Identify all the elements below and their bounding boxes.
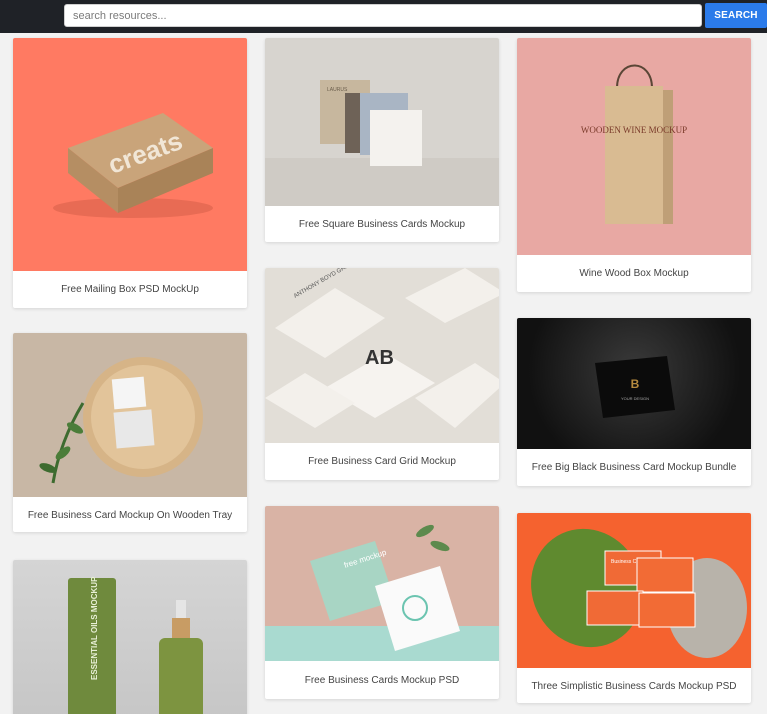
card-caption[interactable]: Free Business Cards Mockup PSD xyxy=(265,674,499,688)
three-cards-illustration: Business Card Mockup xyxy=(531,528,747,658)
thumbnail-image[interactable]: WOODEN WINE MOCKUP xyxy=(517,38,751,255)
resource-card-three-cards[interactable]: Business Card Mockup Three Simplistic Bu… xyxy=(517,513,751,703)
resource-card-square-cards[interactable]: LAURUS Free Square Business Cards Mockup xyxy=(265,38,499,242)
thumbnail-image[interactable] xyxy=(13,333,247,497)
bottles-illustration: ESSENTIAL OILS MOCKUP xyxy=(68,576,203,714)
thumbnail-image[interactable]: B YOUR DESIGN xyxy=(517,318,751,449)
wooden-tray-illustration xyxy=(39,357,203,484)
search-button[interactable]: SEARCH xyxy=(705,3,767,28)
ab-logo: AB xyxy=(365,347,394,369)
resource-card-wooden-tray[interactable]: Free Business Card Mockup On Wooden Tray xyxy=(13,333,247,532)
black-card-illustration: B YOUR DESIGN xyxy=(595,356,675,418)
thumbnail-image[interactable]: creats xyxy=(13,38,247,271)
thumbnail-image[interactable]: Business Card Mockup xyxy=(517,513,751,668)
card-caption[interactable]: Free Business Card Mockup On Wooden Tray xyxy=(13,509,247,523)
logo-mark: B xyxy=(631,377,640,391)
resource-card-wine-box[interactable]: WOODEN WINE MOCKUP Wine Wood Box Mockup xyxy=(517,38,751,292)
box-text: WOODEN WINE MOCKUP xyxy=(581,125,687,135)
card-caption[interactable]: Free Big Black Business Card Mockup Bund… xyxy=(517,461,751,475)
resource-card-essential-oils[interactable]: ESSENTIAL OILS MOCKUP xyxy=(13,560,247,714)
thumbnail-image[interactable]: free mockup xyxy=(265,506,499,661)
search-input[interactable] xyxy=(64,4,702,27)
wine-box-illustration: WOODEN WINE MOCKUP xyxy=(581,64,687,224)
bottle-label: ESSENTIAL OILS MOCKUP xyxy=(90,576,99,680)
square-cards-illustration: LAURUS xyxy=(265,80,499,206)
card-caption[interactable]: Free Mailing Box PSD MockUp xyxy=(13,283,247,297)
card-text: YOUR DESIGN xyxy=(621,396,649,401)
marble-cards-illustration: free mockup xyxy=(265,524,499,661)
card-caption[interactable]: Wine Wood Box Mockup xyxy=(517,267,751,281)
resource-card-grid-mockup[interactable]: AB ANTHONY BOYD GRAPHICS Free Business C… xyxy=(265,268,499,480)
resource-card-mailing-box[interactable]: creats Free Mailing Box PSD MockUp xyxy=(13,38,247,308)
thumbnail-image[interactable]: LAURUS xyxy=(265,38,499,206)
card-caption[interactable]: Free Square Business Cards Mockup xyxy=(265,218,499,232)
thumbnail-image[interactable]: AB ANTHONY BOYD GRAPHICS xyxy=(265,268,499,443)
card-caption[interactable]: Free Business Card Grid Mockup xyxy=(265,455,499,469)
top-bar: SEARCH xyxy=(0,0,767,33)
card-grid-illustration: AB ANTHONY BOYD GRAPHICS xyxy=(265,268,499,428)
card-text: LAURUS xyxy=(327,87,348,93)
card-caption[interactable]: Three Simplistic Business Cards Mockup P… xyxy=(517,680,751,694)
thumbnail-image[interactable]: ESSENTIAL OILS MOCKUP xyxy=(13,560,247,714)
resource-card-black-card[interactable]: B YOUR DESIGN Free Big Black Business Ca… xyxy=(517,318,751,486)
mailing-box-illustration: creats xyxy=(53,113,213,218)
resource-card-cards-psd[interactable]: free mockup Free Business Cards Mockup P… xyxy=(265,506,499,699)
